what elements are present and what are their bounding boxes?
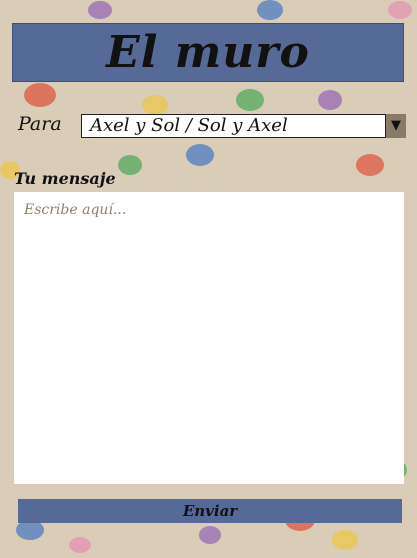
send-button[interactable]: Enviar <box>18 499 402 523</box>
page-header: El muro <box>12 23 404 82</box>
message-label: Tu mensaje <box>14 169 116 188</box>
message-textarea[interactable] <box>14 192 404 484</box>
page-title: El muro <box>106 27 310 78</box>
recipient-label: Para <box>18 113 62 135</box>
caret-down-icon[interactable]: ▼ <box>386 114 406 138</box>
recipient-dropdown[interactable]: Axel y Sol / Sol y Axel ▼ <box>81 114 406 138</box>
recipient-selected-value[interactable]: Axel y Sol / Sol y Axel <box>81 114 386 138</box>
